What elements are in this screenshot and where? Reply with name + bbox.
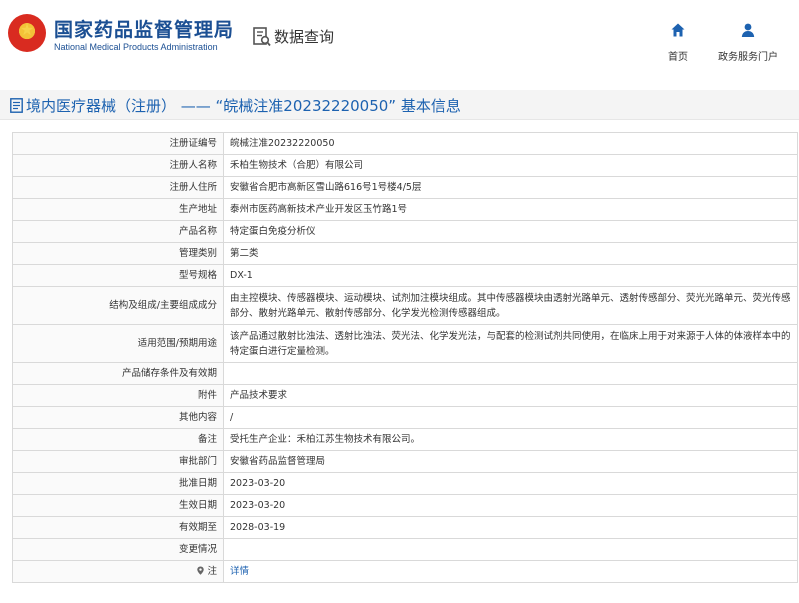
data-query-icon [253,27,271,47]
site-title: 国家药品监督管理局 [54,19,235,41]
table-row: 产品名称 特定蛋白免疫分析仪 [12,220,798,243]
details-link[interactable]: 详情 [230,566,249,577]
row-label: 产品名称 [12,220,224,243]
row-label: 结构及组成/主要组成成分 [12,286,224,325]
home-icon [671,23,685,37]
table-row: 生效日期 2023-03-20 [12,494,798,517]
page-title: 境内医疗器械（注册） —— “皖械注准20232220050” 基本信息 [26,97,461,115]
table-row: 其他内容 / [12,406,798,429]
row-value: 2023-03-20 [223,494,798,517]
national-emblem-logo [8,14,46,52]
page-title-bar: 境内医疗器械（注册） —— “皖械注准20232220050” 基本信息 [0,90,799,120]
table-row: 管理类别 第二类 [12,242,798,265]
row-label: 注册人名称 [12,154,224,177]
row-value: 详情 [223,560,798,583]
row-value: / [223,406,798,429]
row-label: 注册证编号 [12,132,224,155]
row-value: 由主控模块、传感器模块、运动模块、试剂加注模块组成。其中传感器模块由透射光路单元… [223,286,798,325]
row-label: 审批部门 [12,450,224,473]
table-row: 适用范围/预期用途 该产品通过散射比浊法、透射比浊法、荧光法、化学发光法，与配套… [12,324,798,363]
row-label: 注册人住所 [12,176,224,199]
row-value: 禾柏生物技术（合肥）有限公司 [223,154,798,177]
table-row: 审批部门 安徽省药品监督管理局 [12,450,798,473]
table-row: 型号规格 DX-1 [12,264,798,287]
row-label: 适用范围/预期用途 [12,324,224,363]
location-pin-icon [197,566,205,575]
table-row: 产品储存条件及有效期 [12,362,798,385]
row-label: 注 [207,566,217,577]
row-value: 特定蛋白免疫分析仪 [223,220,798,243]
row-value: DX-1 [223,264,798,287]
row-value: 泰州市医药高新技术产业开发区玉竹路1号 [223,198,798,221]
table-row: 注册人名称 禾柏生物技术（合肥）有限公司 [12,154,798,177]
device-info-table: 注册证编号 皖械注准20232220050 注册人名称 禾柏生物技术（合肥）有限… [12,132,798,583]
row-label: 型号规格 [12,264,224,287]
site-header: 国家药品监督管理局 National Medical Products Admi… [0,0,799,76]
table-row: 附件 产品技术要求 [12,384,798,407]
row-value: 该产品通过散射比浊法、透射比浊法、荧光法、化学发光法，与配套的检测试剂共同使用，… [223,324,798,363]
row-label: 变更情况 [12,538,224,561]
document-icon [10,98,23,113]
table-row: 注册证编号 皖械注准20232220050 [12,132,798,155]
table-row: 注 详情 [12,560,798,583]
table-row: 变更情况 [12,538,798,561]
row-value: 皖械注准20232220050 [223,132,798,155]
data-query-title: 数据查询 [274,28,335,46]
nav-service-portal-label: 政务服务门户 [718,52,778,63]
row-label: 备注 [12,428,224,451]
row-value: 2028-03-19 [223,516,798,539]
table-row: 备注 受托生产企业：禾柏江苏生物技术有限公司。 [12,428,798,451]
table-row: 生产地址 泰州市医药高新技术产业开发区玉竹路1号 [12,198,798,221]
row-value: 2023-03-20 [223,472,798,495]
row-value: 第二类 [223,242,798,265]
row-label: 产品储存条件及有效期 [12,362,224,385]
user-icon [741,23,755,37]
row-value: 安徽省药品监督管理局 [223,450,798,473]
row-label-note: 注 [12,560,224,583]
table-row: 注册人住所 安徽省合肥市高新区雪山路616号1号楼4/5层 [12,176,798,199]
row-label: 管理类别 [12,242,224,265]
row-value: 受托生产企业：禾柏江苏生物技术有限公司。 [223,428,798,451]
site-subtitle: National Medical Products Administration [54,42,218,52]
nav-service-portal[interactable]: 政务服务门户 [703,22,793,63]
table-row: 批准日期 2023-03-20 [12,472,798,495]
table-row: 有效期至 2028-03-19 [12,516,798,539]
row-label: 批准日期 [12,472,224,495]
row-value [223,362,798,385]
table-row: 结构及组成/主要组成成分 由主控模块、传感器模块、运动模块、试剂加注模块组成。其… [12,286,798,325]
row-label: 有效期至 [12,516,224,539]
row-label: 生产地址 [12,198,224,221]
row-value [223,538,798,561]
row-label: 其他内容 [12,406,224,429]
row-value: 产品技术要求 [223,384,798,407]
row-label: 附件 [12,384,224,407]
row-value: 安徽省合肥市高新区雪山路616号1号楼4/5层 [223,176,798,199]
row-label: 生效日期 [12,494,224,517]
